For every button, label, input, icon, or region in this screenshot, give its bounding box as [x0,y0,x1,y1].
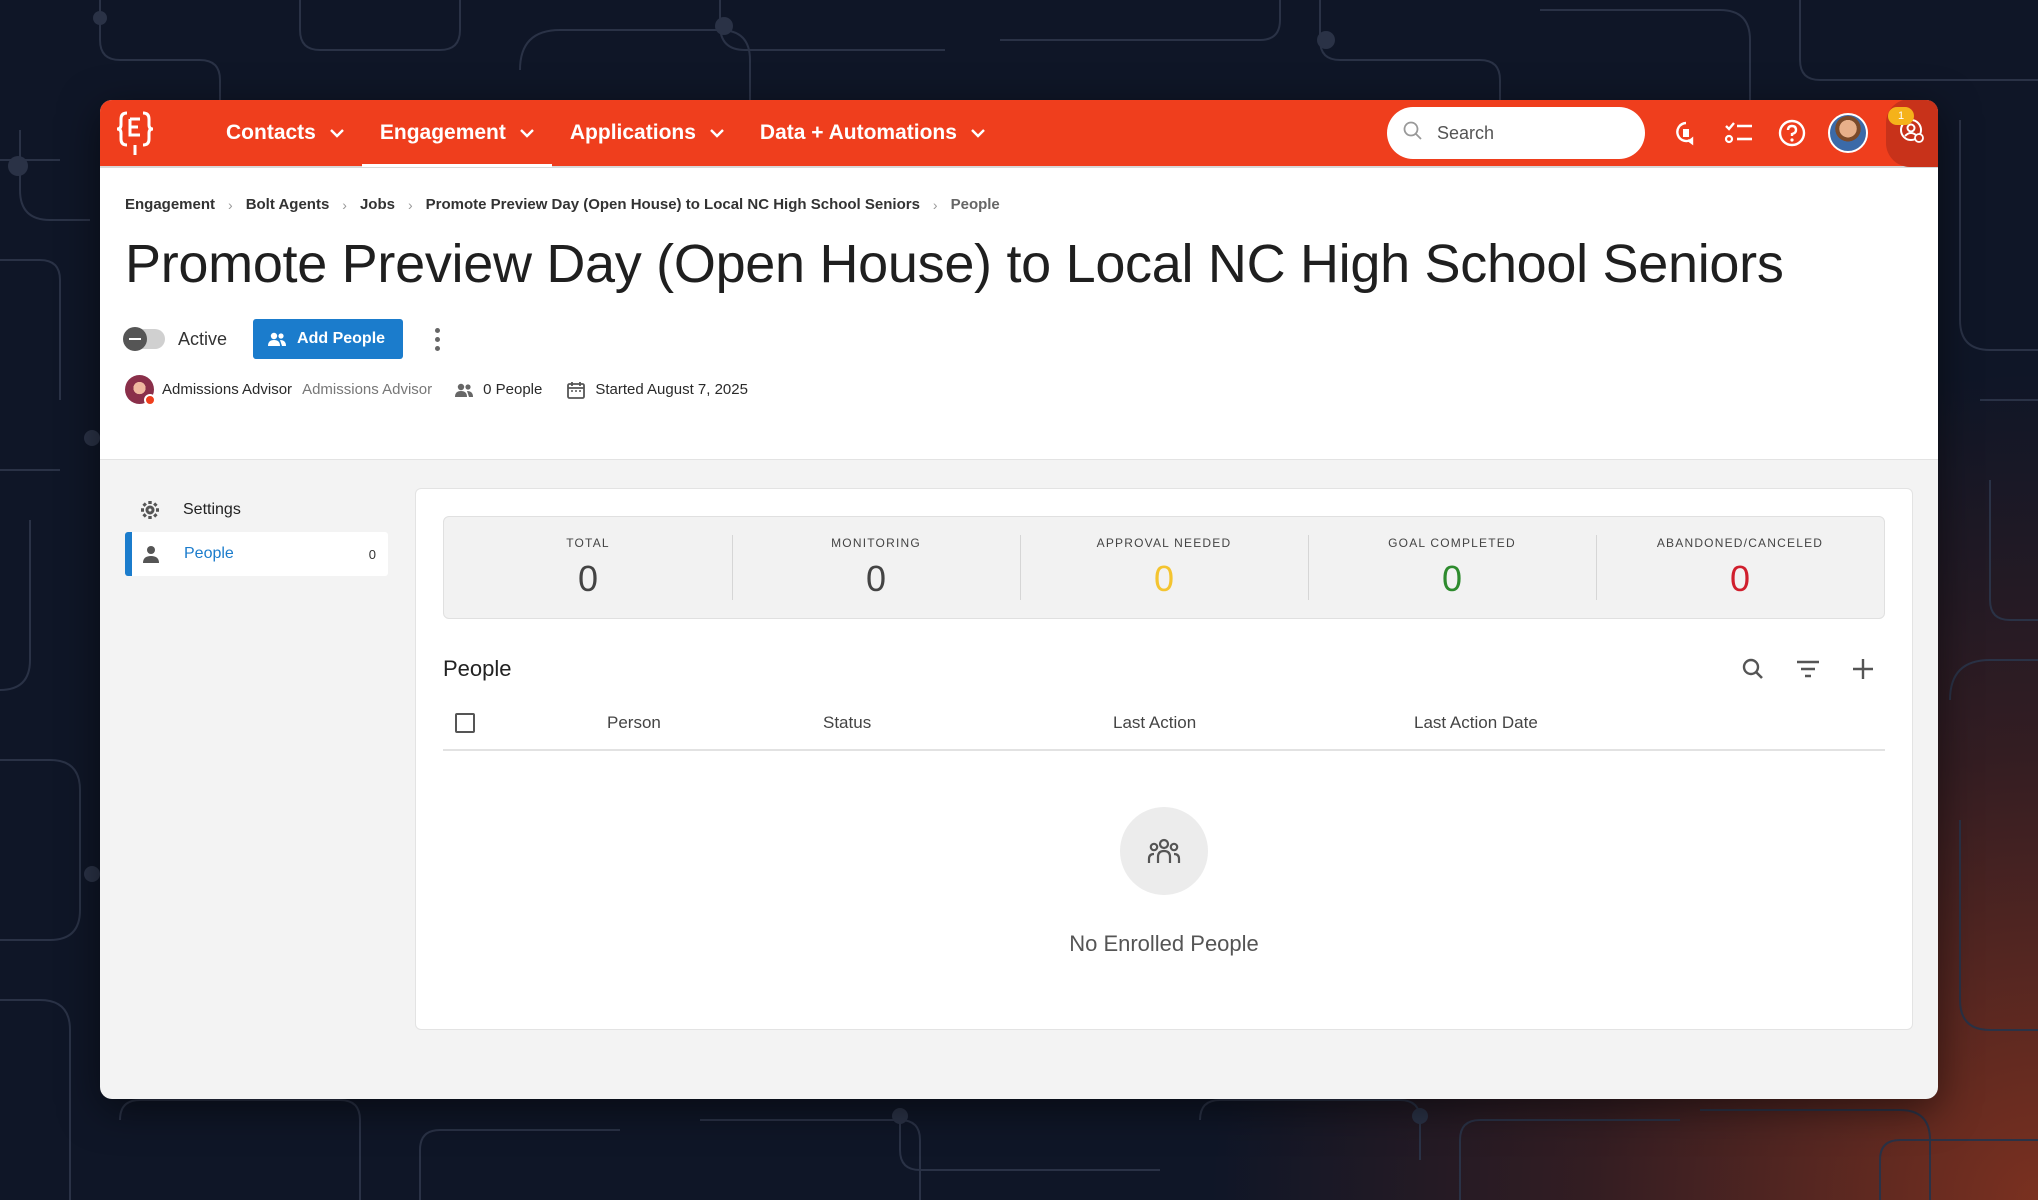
stat-label: ABANDONED/CANCELED [1656,535,1824,550]
nav-engagement[interactable]: Engagement [361,100,552,167]
people-count: 0 People [483,381,543,398]
column-person[interactable]: Person [607,713,823,733]
chevron-down-icon [330,128,344,138]
breadcrumb-engagement[interactable]: Engagement [125,196,215,213]
stat-label: APPROVAL NEEDED [1096,535,1232,550]
app-window: Contacts Engagement Applications Data + … [100,100,1938,1099]
empty-state-message: No Enrolled People [1069,931,1259,956]
action-row: Active Add People [123,319,1913,359]
nav-contacts-label: Contacts [226,121,316,144]
sidebar: Settings People 0 [125,488,388,1030]
calendar-icon [566,380,586,400]
stat-label: GOAL COMPLETED [1388,535,1516,550]
search-icon[interactable] [1741,657,1765,681]
breadcrumb-jobs[interactable]: Jobs [360,196,395,213]
add-icon[interactable] [1851,657,1875,681]
chevron-down-icon [520,128,534,138]
chevron-right-icon: › [228,196,233,213]
search-icon [1403,121,1423,146]
sidebar-item-label: Settings [183,501,241,518]
group-icon [1120,807,1208,895]
stat-monitoring: MONITORING 0 [732,517,1020,618]
stat-approval-needed: APPROVAL NEEDED 0 [1020,517,1308,618]
stat-value: 0 [1729,557,1751,599]
stat-goal-completed: GOAL COMPLETED 0 [1308,517,1596,618]
column-status[interactable]: Status [823,713,1113,733]
table-column-headers: Person Status Last Action Last Action Da… [443,697,1885,751]
stat-value: 0 [1441,557,1463,599]
table-toolbar [1741,657,1875,681]
stat-value: 0 [865,557,887,599]
add-people-icon [267,331,287,347]
gear-icon [139,500,161,520]
top-navigation-bar: Contacts Engagement Applications Data + … [100,100,1938,168]
people-table-header: People [443,653,1885,685]
chevron-right-icon: › [342,196,347,213]
stat-value: 0 [577,557,599,599]
column-last-action-date[interactable]: Last Action Date [1414,713,1538,733]
chevron-right-icon: › [932,196,938,213]
stat-total: TOTAL 0 [444,517,732,618]
owner-role: Admissions Advisor [302,381,433,398]
page-header: Engagement › Bolt Agents › Jobs › Promot… [100,168,1938,460]
column-last-action[interactable]: Last Action [1113,713,1414,733]
chevron-down-icon [710,128,724,138]
ai-assistant-icon[interactable] [1669,116,1703,150]
search-input[interactable] [1437,122,1627,144]
chevron-right-icon: › [407,196,413,213]
owner-avatar [125,375,156,406]
breadcrumb: Engagement › Bolt Agents › Jobs › Promot… [125,196,1913,213]
nav-applications[interactable]: Applications [552,100,742,167]
help-icon[interactable] [1775,116,1809,150]
page-title: Promote Preview Day (Open House) to Loca… [125,234,1784,294]
people-table-title: People [443,656,512,681]
active-toggle-label: Active [178,328,228,349]
nav-engagement-label: Engagement [379,121,506,144]
breadcrumb-people: People [950,196,1000,213]
add-people-button[interactable]: Add People [253,319,404,359]
active-toggle[interactable] [123,327,165,351]
stat-label: MONITORING [831,535,921,550]
breadcrumb-bolt-agents[interactable]: Bolt Agents [246,196,330,213]
owner-name: Admissions Advisor [162,381,293,398]
person-icon [140,545,162,563]
more-options-icon[interactable] [431,324,444,355]
sidebar-item-settings[interactable]: Settings [125,488,388,532]
breadcrumb-job[interactable]: Promote Preview Day (Open House) to Loca… [426,196,920,213]
people-icon [454,382,474,398]
tasks-icon[interactable] [1722,116,1756,150]
job-meta: Admissions Advisor Admissions Advisor 0 … [125,375,1913,406]
stats-bar: TOTAL 0 MONITORING 0 APPROVAL NEEDED 0 G… [443,516,1885,619]
filter-icon[interactable] [1795,659,1821,679]
sidebar-item-count: 0 [368,546,376,562]
account-button[interactable]: 1 [1886,100,1938,167]
notification-badge: 1 [1888,107,1914,125]
stat-abandoned-canceled: ABANDONED/CANCELED 0 [1596,517,1884,618]
started-date: Started August 7, 2025 [595,381,748,398]
sidebar-item-label: People [184,545,234,562]
user-avatar[interactable] [1828,113,1868,153]
add-people-label: Add People [297,330,386,347]
logo-icon[interactable] [110,108,160,158]
global-search[interactable] [1387,107,1645,159]
chevron-down-icon [971,128,985,138]
nav-data-automations[interactable]: Data + Automations [742,100,1003,167]
nav-data-automations-label: Data + Automations [759,121,957,144]
content-area: Settings People 0 TOTAL 0 MONITORING 0 A… [100,460,1938,1030]
people-card: TOTAL 0 MONITORING 0 APPROVAL NEEDED 0 G… [415,488,1913,1030]
stat-label: TOTAL [566,535,610,550]
empty-state: No Enrolled People [443,807,1885,957]
stat-value: 0 [1153,557,1175,599]
nav-applications-label: Applications [569,121,696,144]
sidebar-item-people[interactable]: People 0 [125,532,388,576]
select-all-checkbox[interactable] [455,713,475,733]
nav-contacts[interactable]: Contacts [208,100,362,167]
